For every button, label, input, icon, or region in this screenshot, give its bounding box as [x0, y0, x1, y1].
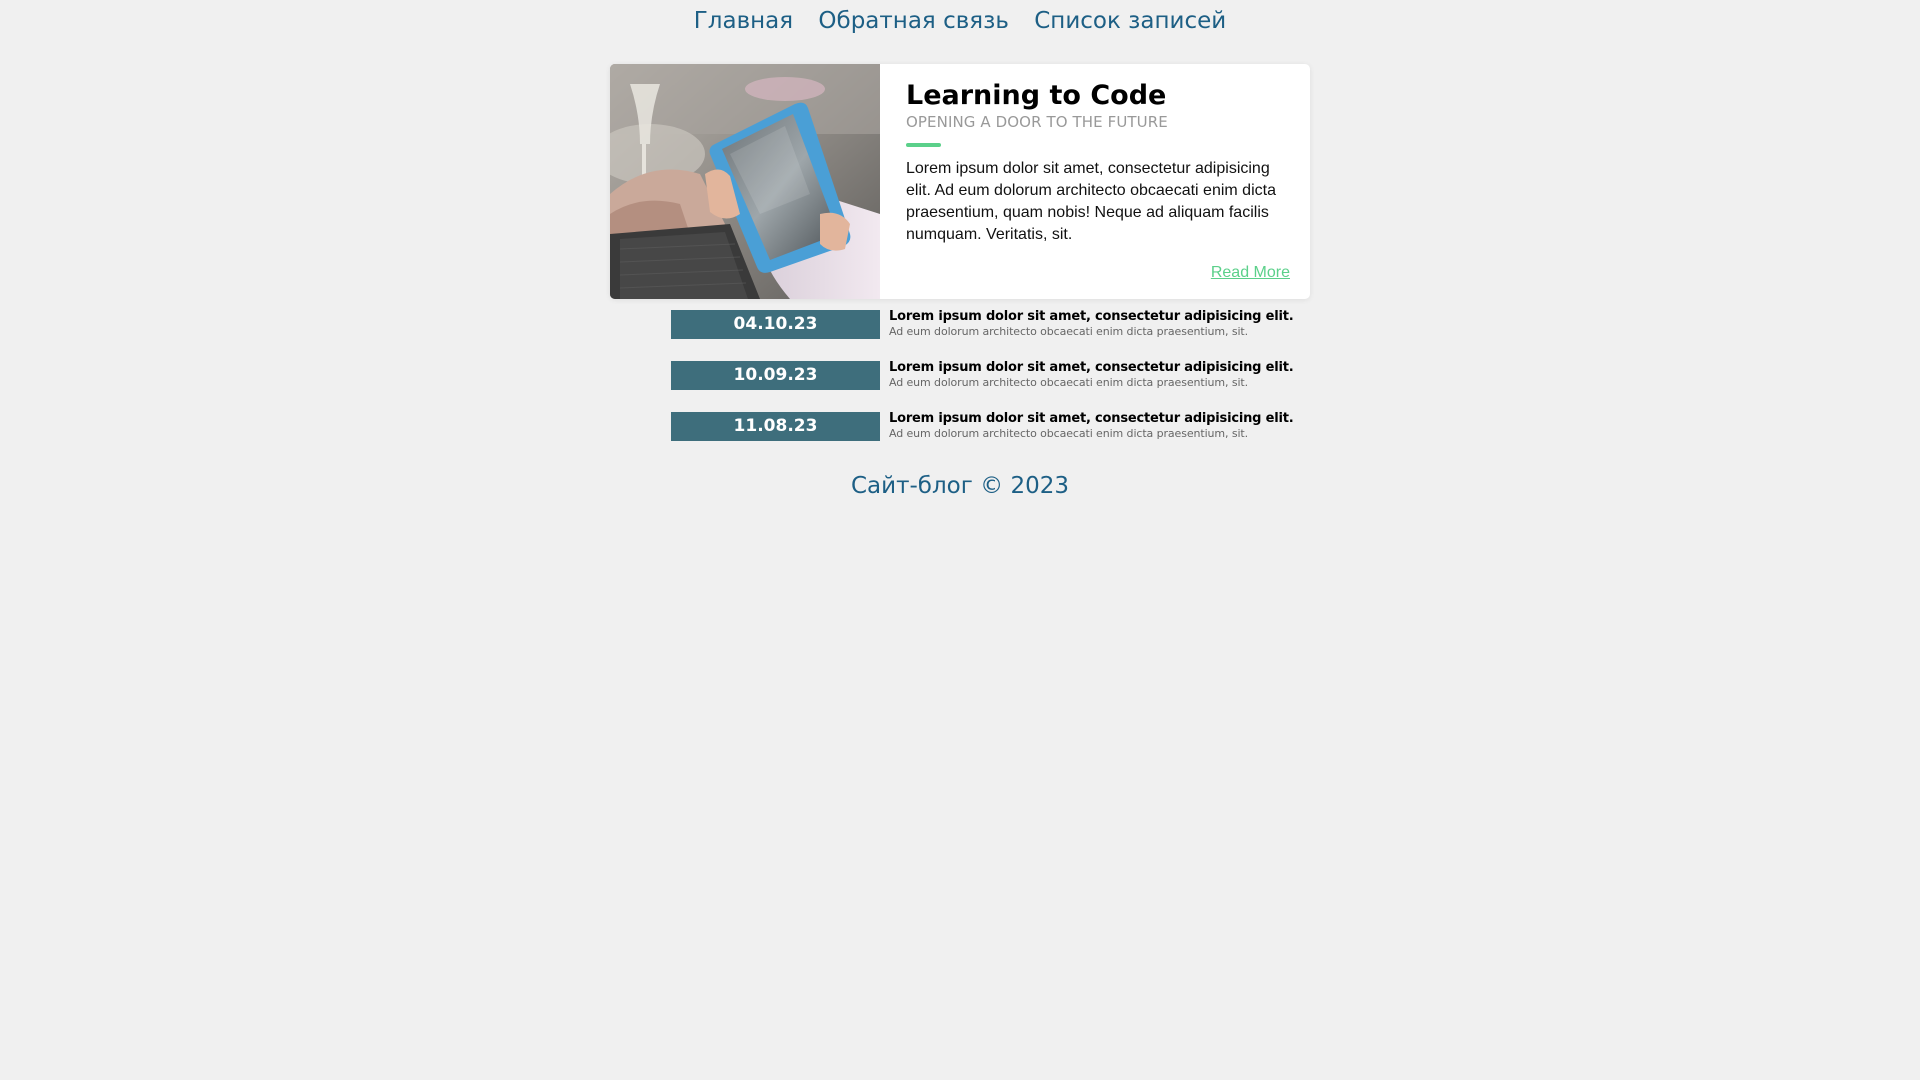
accent-divider: [906, 143, 941, 148]
post-date-badge: 04.10.23: [671, 310, 880, 339]
post-title[interactable]: Lorem ipsum dolor sit amet, consectetur …: [889, 360, 1309, 376]
post-title[interactable]: Lorem ipsum dolor sit amet, consectetur …: [889, 411, 1309, 427]
nav-link-home[interactable]: Главная: [694, 8, 793, 34]
featured-post-image: [610, 64, 880, 299]
nav-link-feedback[interactable]: Обратная связь: [818, 8, 1008, 34]
post-date-badge: 10.09.23: [671, 361, 880, 390]
read-more-link[interactable]: Read More: [1211, 264, 1290, 282]
featured-post-title: Learning to Code: [906, 80, 1167, 111]
post-text: Lorem ipsum dolor sit amet, consectetur …: [889, 360, 1309, 390]
main-nav: Главная Обратная связь Список записей: [0, 8, 1920, 34]
featured-post-card: Learning to Code OPENING A DOOR TO THE F…: [610, 64, 1310, 299]
post-excerpt: Ad eum dolorum architecto obcaecati enim…: [889, 376, 1249, 389]
post-excerpt: Ad eum dolorum architecto obcaecati enim…: [889, 325, 1249, 338]
post-excerpt: Ad eum dolorum architecto obcaecati enim…: [889, 427, 1249, 440]
featured-post-subtitle: OPENING A DOOR TO THE FUTURE: [906, 113, 1168, 132]
post-text: Lorem ipsum dolor sit amet, consectetur …: [889, 309, 1309, 339]
post-text: Lorem ipsum dolor sit amet, consectetur …: [889, 411, 1309, 441]
post-date-badge: 11.08.23: [671, 412, 880, 441]
post-title[interactable]: Lorem ipsum dolor sit amet, consectetur …: [889, 309, 1309, 325]
featured-post-body: Learning to Code OPENING A DOOR TO THE F…: [906, 78, 1286, 246]
page-footer: Сайт-блог © 2023: [851, 473, 1069, 499]
nav-link-posts-list[interactable]: Список записей: [1034, 8, 1226, 34]
featured-post-text: Lorem ipsum dolor sit amet, consectetur …: [906, 160, 1276, 244]
